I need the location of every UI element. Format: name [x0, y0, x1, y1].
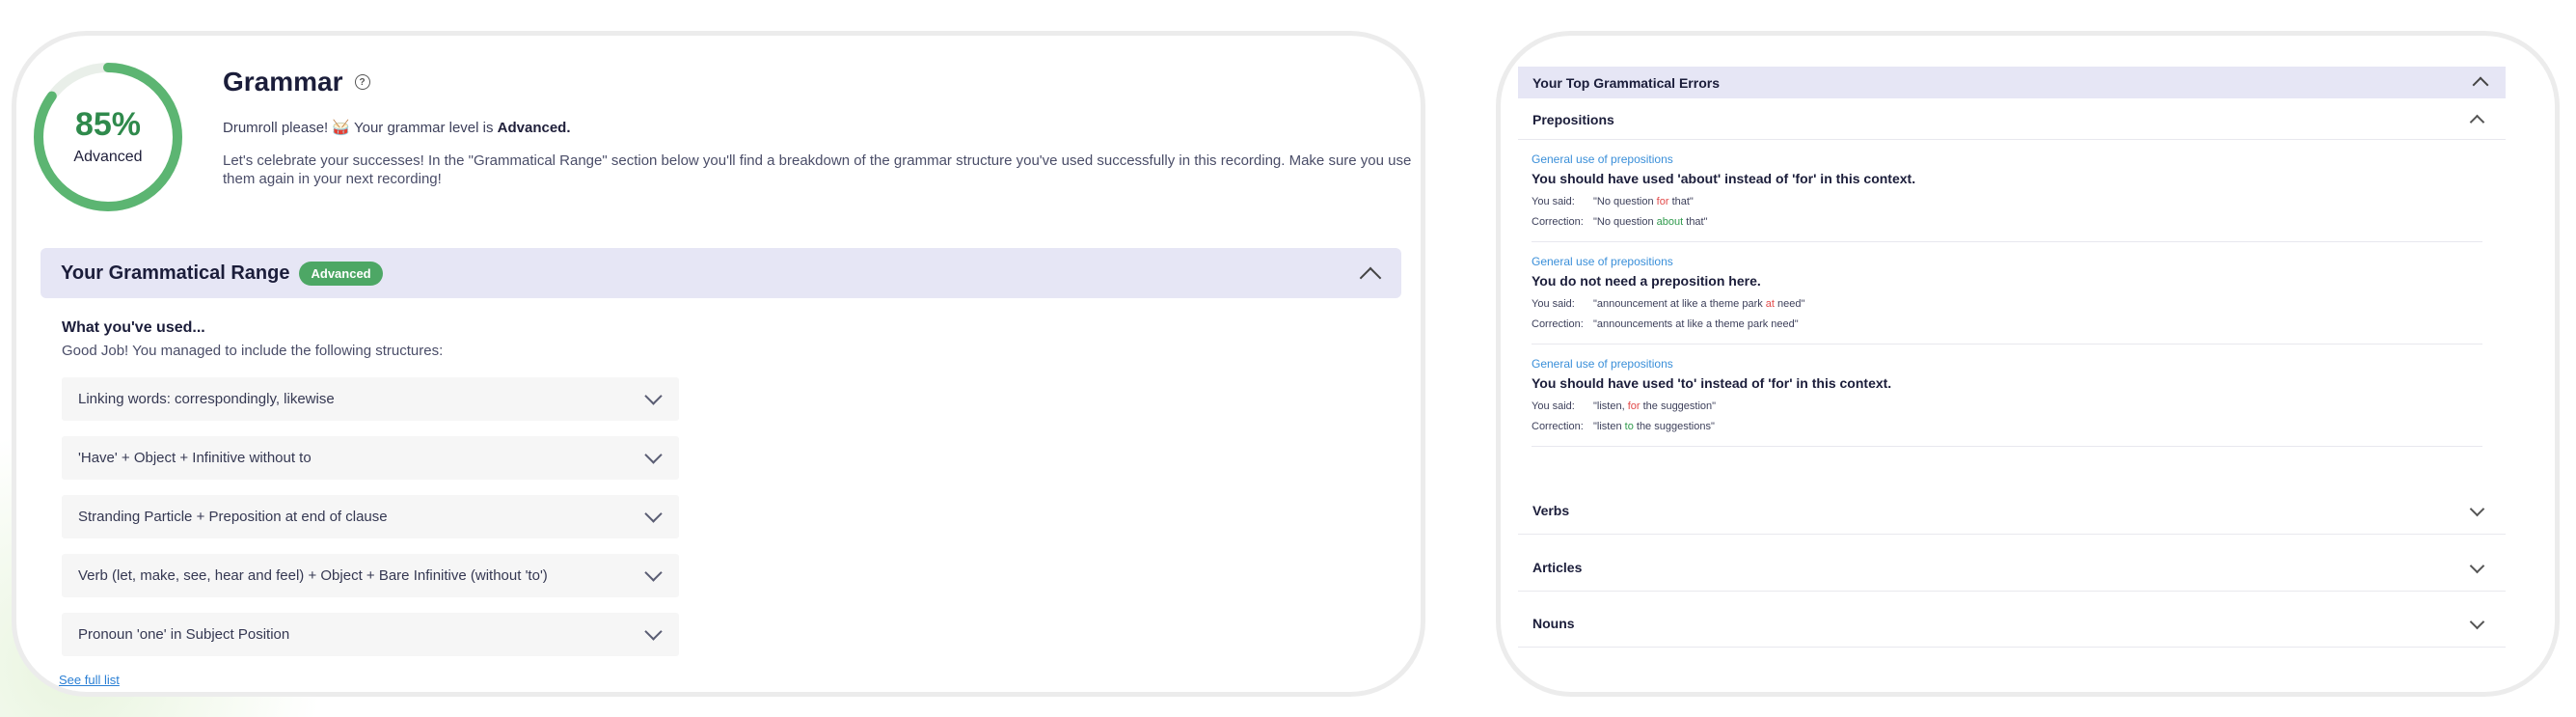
grammatical-range-header[interactable]: Your Grammatical Range Advanced	[41, 248, 1401, 298]
you-said-row: You said: "No question for that"	[1532, 194, 2482, 209]
structure-item[interactable]: Stranding Particle + Preposition at end …	[62, 495, 679, 538]
error-item: General use of prepositions You should h…	[1532, 152, 2482, 242]
category-prepositions[interactable]: Prepositions	[1518, 100, 2506, 140]
structure-item[interactable]: 'Have' + Object + Infinitive without to	[62, 436, 679, 480]
error-type: General use of prepositions	[1532, 255, 1673, 268]
error-message: You should have used 'about' instead of …	[1532, 171, 1916, 186]
see-full-list-link[interactable]: See full list	[59, 673, 120, 687]
correction-row: Correction: "No question about that"	[1532, 214, 2482, 230]
category-nouns[interactable]: Nouns	[1518, 600, 2506, 648]
correction-text: "listen to the suggestions"	[1593, 421, 1715, 432]
used-subtext: Good Job! You managed to include the fol…	[62, 343, 444, 359]
level-line-text: Your grammar level is	[353, 120, 494, 136]
category-articles[interactable]: Articles	[1518, 544, 2506, 592]
help-icon[interactable]: ?	[354, 74, 370, 90]
drumroll-text: Drumroll please!	[223, 120, 329, 136]
page-title: Grammar ?	[223, 67, 370, 97]
structure-item[interactable]: Linking words: correspondingly, likewise	[62, 377, 679, 421]
celebration-paragraph: Let's celebrate your successes! In the "…	[223, 152, 1412, 187]
error-item: General use of prepositions You do not n…	[1532, 255, 2482, 345]
you-said-label: You said:	[1532, 400, 1575, 412]
structure-label: Linking words: correspondingly, likewise	[78, 391, 335, 407]
said-text: "announcement at like a theme park at ne…	[1593, 298, 1805, 310]
structure-item[interactable]: Verb (let, make, see, hear and feel) + O…	[62, 554, 679, 597]
chevron-down-icon[interactable]	[2469, 558, 2485, 574]
you-said-label: You said:	[1532, 196, 1575, 207]
used-heading: What you've used...	[62, 319, 205, 336]
correction-label: Correction:	[1532, 318, 1584, 330]
top-errors-title: Your Top Grammatical Errors	[1532, 74, 1720, 91]
grammar-title: Grammar	[223, 67, 343, 97]
drum-icon: 🥁	[332, 120, 351, 136]
score-ring-label: 85% Advanced	[31, 60, 185, 214]
level-line: Drumroll please! 🥁 Your grammar level is…	[223, 119, 571, 136]
you-said-row: You said: "listen, for the suggestion"	[1532, 399, 2482, 414]
structure-item[interactable]: Pronoun 'one' in Subject Position	[62, 613, 679, 656]
error-type: General use of prepositions	[1532, 357, 1673, 371]
correction-text: "No question about that"	[1593, 216, 1708, 228]
structure-label: 'Have' + Object + Infinitive without to	[78, 450, 312, 466]
errors-card: Your Top Grammatical Errors Prepositions…	[1496, 31, 2560, 697]
structure-label: Stranding Particle + Preposition at end …	[78, 509, 388, 525]
chevron-down-icon	[644, 622, 663, 641]
category-verbs[interactable]: Verbs	[1518, 487, 2506, 535]
level-line-value: Advanced.	[497, 120, 571, 136]
chevron-down-icon	[644, 446, 663, 464]
error-type: General use of prepositions	[1532, 152, 1673, 166]
grammar-card: 85% Advanced Grammar ? Drumroll please! …	[12, 31, 1425, 697]
error-message: You should have used 'to' instead of 'fo…	[1532, 375, 1892, 391]
category-label: Prepositions	[1532, 112, 1614, 127]
correction-label: Correction:	[1532, 216, 1584, 228]
chevron-up-icon[interactable]	[2472, 76, 2489, 94]
correction-row: Correction: "announcements at like a the…	[1532, 317, 2482, 332]
score-level: Advanced	[73, 149, 143, 165]
category-label: Verbs	[1532, 503, 1570, 518]
chevron-down-icon	[644, 387, 663, 405]
range-title: Your Grammatical Range	[61, 262, 290, 284]
error-list: General use of prepositions You should h…	[1532, 152, 2482, 459]
structure-label: Verb (let, make, see, hear and feel) + O…	[78, 567, 548, 584]
structure-list: Linking words: correspondingly, likewise…	[62, 377, 679, 672]
correction-label: Correction:	[1532, 421, 1584, 432]
structure-label: Pronoun 'one' in Subject Position	[78, 626, 290, 643]
chevron-down-icon	[644, 564, 663, 582]
correction-text: "announcements at like a theme park need…	[1593, 318, 1799, 330]
error-item: General use of prepositions You should h…	[1532, 357, 2482, 447]
chevron-down-icon[interactable]	[2469, 614, 2485, 630]
status-badge: Advanced	[299, 261, 383, 286]
chevron-up-icon[interactable]	[1359, 266, 1382, 290]
said-text: "listen, for the suggestion"	[1593, 400, 1717, 412]
chevron-down-icon[interactable]	[2469, 501, 2485, 517]
error-message: You do not need a preposition here.	[1532, 273, 1761, 289]
you-said-label: You said:	[1532, 298, 1575, 310]
said-text: "No question for that"	[1593, 196, 1694, 207]
top-errors-header[interactable]: Your Top Grammatical Errors	[1518, 67, 2506, 98]
chevron-up-icon[interactable]	[2469, 114, 2485, 130]
correction-row: Correction: "listen to the suggestions"	[1532, 419, 2482, 434]
score-percent: 85%	[74, 106, 142, 143]
category-label: Nouns	[1532, 616, 1575, 631]
category-label: Articles	[1532, 560, 1583, 575]
you-said-row: You said: "announcement at like a theme …	[1532, 296, 2482, 312]
chevron-down-icon	[644, 505, 663, 523]
